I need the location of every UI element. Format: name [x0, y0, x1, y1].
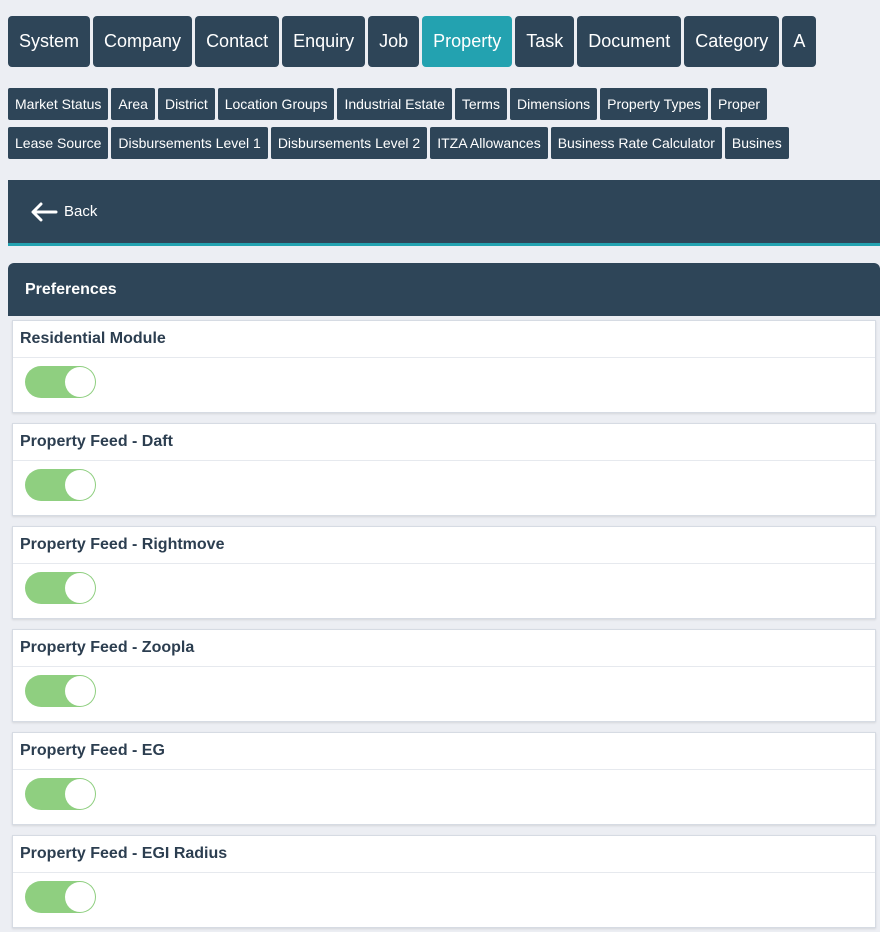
- sub-tab-disbursements-level-2[interactable]: Disbursements Level 2: [270, 127, 428, 159]
- sub-tab-disbursements-level-1[interactable]: Disbursements Level 1: [111, 127, 268, 159]
- preference-label: Property Feed - Zoopla: [13, 630, 875, 667]
- sub-tab-lease-source[interactable]: Lease Source: [8, 127, 109, 159]
- sub-tab-district[interactable]: District: [157, 88, 215, 120]
- toggle-knob: [65, 367, 95, 397]
- sub-tab-area[interactable]: Area: [111, 88, 155, 120]
- arrow-left-icon: [30, 202, 58, 222]
- sub-tab-business-rate-calculator[interactable]: Business Rate Calculator: [550, 127, 722, 159]
- back-button[interactable]: Back: [30, 202, 97, 222]
- preference-card-property-feed-eg: Property Feed - EG: [12, 732, 876, 825]
- preference-card-property-feed-zoopla: Property Feed - Zoopla: [12, 629, 876, 722]
- preference-label: Property Feed - Rightmove: [13, 527, 875, 564]
- sub-tab-dimensions[interactable]: Dimensions: [509, 88, 598, 120]
- toggle-knob: [65, 779, 95, 809]
- main-tab-property[interactable]: Property: [422, 16, 513, 67]
- main-tab-document[interactable]: Document: [577, 16, 682, 67]
- sub-tab-property-overflow[interactable]: Proper: [711, 88, 768, 120]
- main-nav: System Company Contact Enquiry Job Prope…: [8, 16, 880, 67]
- sub-tab-itza-allowances[interactable]: ITZA Allowances: [430, 127, 548, 159]
- toggle-knob: [65, 573, 95, 603]
- preference-label: Property Feed - EG: [13, 733, 875, 770]
- sub-tab-property-types[interactable]: Property Types: [600, 88, 709, 120]
- main-tab-task[interactable]: Task: [515, 16, 575, 67]
- preference-label: Property Feed - EGI Radius: [13, 836, 875, 873]
- sub-nav-row-1: Market Status Area District Location Gro…: [8, 88, 880, 120]
- property-feed-eg-toggle[interactable]: [25, 778, 96, 810]
- sub-nav-row-2: Lease Source Disbursements Level 1 Disbu…: [8, 127, 880, 159]
- main-tab-company[interactable]: Company: [93, 16, 193, 67]
- preference-label: Residential Module: [13, 321, 875, 358]
- sub-tab-location-groups[interactable]: Location Groups: [217, 88, 335, 120]
- property-feed-rightmove-toggle[interactable]: [25, 572, 96, 604]
- sub-tab-terms[interactable]: Terms: [454, 88, 507, 120]
- back-bar: Back: [8, 180, 880, 246]
- main-tab-overflow[interactable]: A: [782, 16, 817, 67]
- property-feed-daft-toggle[interactable]: [25, 469, 96, 501]
- preference-card-property-feed-rightmove: Property Feed - Rightmove: [12, 526, 876, 619]
- sub-tab-industrial-estate[interactable]: Industrial Estate: [337, 88, 452, 120]
- toggle-knob: [65, 470, 95, 500]
- main-tab-enquiry[interactable]: Enquiry: [282, 16, 366, 67]
- preferences-header: Preferences: [8, 263, 880, 316]
- main-tab-job[interactable]: Job: [368, 16, 420, 67]
- sub-tab-business-overflow[interactable]: Busines: [724, 127, 789, 159]
- preference-card-property-feed-egi-radius: Property Feed - EGI Radius: [12, 835, 876, 928]
- main-tab-contact[interactable]: Contact: [195, 16, 280, 67]
- residential-module-toggle[interactable]: [25, 366, 96, 398]
- preference-label: Property Feed - Daft: [13, 424, 875, 461]
- main-tab-system[interactable]: System: [8, 16, 91, 67]
- preference-card-property-feed-daft: Property Feed - Daft: [12, 423, 876, 516]
- preference-card-residential-module: Residential Module: [12, 320, 876, 413]
- page: System Company Contact Enquiry Job Prope…: [0, 0, 880, 932]
- property-feed-egi-radius-toggle[interactable]: [25, 881, 96, 913]
- property-feed-zoopla-toggle[interactable]: [25, 675, 96, 707]
- toggle-knob: [65, 882, 95, 912]
- back-label: Back: [64, 203, 98, 220]
- main-tab-category[interactable]: Category: [684, 16, 780, 67]
- toggle-knob: [65, 676, 95, 706]
- sub-tab-market-status[interactable]: Market Status: [8, 88, 109, 120]
